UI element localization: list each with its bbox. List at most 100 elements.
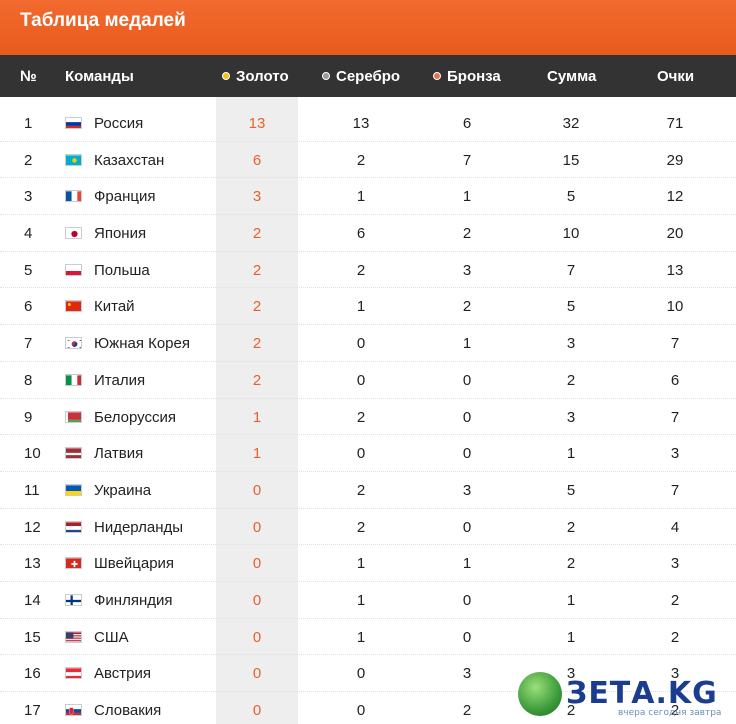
header-gold: Золото: [222, 68, 289, 85]
total-count: 2: [566, 371, 576, 389]
flag-usa-icon: [65, 630, 82, 643]
rank-cell: 4: [24, 225, 33, 243]
bronze-count: 2: [462, 225, 472, 243]
team-name: Япония: [94, 225, 147, 243]
points-count: 10: [666, 298, 684, 316]
medal-table: 1 Россия 13 13 6 32 71 2 Казахстан 6 2 7 15 29 3 Франци…: [0, 105, 736, 724]
team-name: Австрия: [94, 665, 152, 683]
rank-cell: 10: [24, 445, 41, 463]
bronze-count: 0: [462, 518, 472, 536]
team-name: Словакия: [94, 702, 162, 719]
flag-belarus-icon: [65, 410, 82, 423]
total-count: 32: [562, 115, 580, 132]
rank-cell: 8: [24, 371, 33, 389]
points-count: 3: [670, 445, 680, 463]
total-count: 1: [566, 628, 576, 646]
total-count: 1: [566, 445, 576, 463]
gold-count: 3: [252, 188, 262, 206]
flag-switzerland-icon: [65, 557, 82, 570]
gold-count: 2: [252, 371, 262, 389]
flag-ukraine-icon: [65, 483, 82, 496]
bronze-count: 7: [462, 151, 472, 169]
flag-south-korea-icon: [65, 337, 82, 350]
total-count: 3: [566, 408, 576, 426]
silver-count: 0: [356, 445, 366, 463]
gold-count: 0: [252, 702, 262, 719]
points-count: 12: [666, 188, 684, 206]
team-name: Франция: [94, 188, 156, 206]
total-count: 15: [562, 151, 580, 169]
gold-count: 0: [252, 665, 262, 683]
table-row: 2 Казахстан 6 2 7 15 29: [0, 142, 736, 179]
total-count: 1: [566, 591, 576, 609]
total-count: 5: [566, 298, 576, 316]
rank-cell: 3: [24, 188, 33, 206]
team-name: Латвия: [94, 445, 144, 463]
rank-cell: 12: [24, 518, 41, 536]
team-name: Италия: [94, 371, 146, 389]
table-row: 10 Латвия 1 0 0 1 3: [0, 435, 736, 472]
table-row: 3 Франция 3 1 1 5 12: [0, 178, 736, 216]
bronze-count: 1: [462, 555, 472, 573]
header-sum: Сумма: [547, 68, 597, 85]
points-count: 4: [670, 518, 680, 536]
table-row: 6 Китай 2 1 2 5 10: [0, 288, 736, 326]
gold-count: 2: [252, 335, 262, 353]
silver-count: 1: [356, 188, 366, 206]
header-bronze-label: Бронза: [447, 68, 501, 85]
rank-cell: 9: [24, 408, 33, 426]
team-name: США: [94, 628, 129, 646]
header-gold-label: Золото: [236, 68, 289, 85]
bronze-count: 3: [462, 481, 472, 499]
silver-count: 13: [352, 115, 370, 132]
rank-cell: 13: [24, 555, 41, 573]
gold-count: 6: [252, 151, 262, 169]
gold-count: 0: [252, 628, 262, 646]
title-bar: Таблица медалей: [0, 0, 736, 55]
silver-count: 2: [356, 481, 366, 499]
flag-austria-icon: [65, 667, 82, 680]
rank-cell: 7: [24, 335, 33, 353]
team-name: Белоруссия: [94, 408, 176, 426]
gold-count: 2: [252, 298, 262, 316]
flag-russia-icon: [65, 117, 82, 129]
gold-count: 2: [252, 225, 262, 243]
points-count: 7: [670, 408, 680, 426]
watermark-tagline: вчера сегодня завтра: [618, 708, 722, 718]
rank-cell: 14: [24, 591, 41, 609]
table-row: 12 Нидерланды 0 2 0 2 4: [0, 509, 736, 546]
points-count: 2: [670, 591, 680, 609]
silver-count: 0: [356, 371, 366, 389]
gold-count: 1: [252, 445, 262, 463]
bronze-dot-icon: [433, 72, 441, 80]
flag-latvia-icon: [65, 447, 82, 460]
bronze-count: 1: [462, 188, 472, 206]
gold-count: 2: [252, 261, 262, 279]
points-count: 2: [670, 628, 680, 646]
header-num: №: [20, 68, 37, 85]
bronze-count: 2: [462, 702, 472, 719]
header-silver-label: Серебро: [336, 68, 401, 85]
silver-dot-icon: [322, 72, 330, 80]
gold-count: 0: [252, 555, 262, 573]
bronze-count: 0: [462, 628, 472, 646]
gold-count: 0: [252, 481, 262, 499]
rank-cell: 11: [24, 481, 40, 499]
watermark-logo: ЗЕТА.KG вчера сегодня завтра: [518, 668, 736, 724]
points-count: 29: [666, 151, 684, 169]
silver-count: 0: [356, 665, 366, 683]
total-count: 5: [566, 481, 576, 499]
silver-count: 2: [356, 261, 366, 279]
flag-kazakhstan-icon: [65, 153, 82, 166]
header-points: Очки: [657, 68, 695, 85]
total-count: 7: [566, 261, 576, 279]
header-team: Команды: [65, 68, 134, 85]
flag-netherlands-icon: [65, 520, 82, 533]
bronze-count: 0: [462, 408, 472, 426]
table-row: 11 Украина 0 2 3 5 7: [0, 472, 736, 509]
gold-count: 13: [248, 115, 266, 132]
table-row: 8 Италия 2 0 0 2 6: [0, 362, 736, 399]
points-count: 7: [670, 481, 680, 499]
gold-count: 0: [252, 591, 262, 609]
points-count: 6: [670, 371, 680, 389]
